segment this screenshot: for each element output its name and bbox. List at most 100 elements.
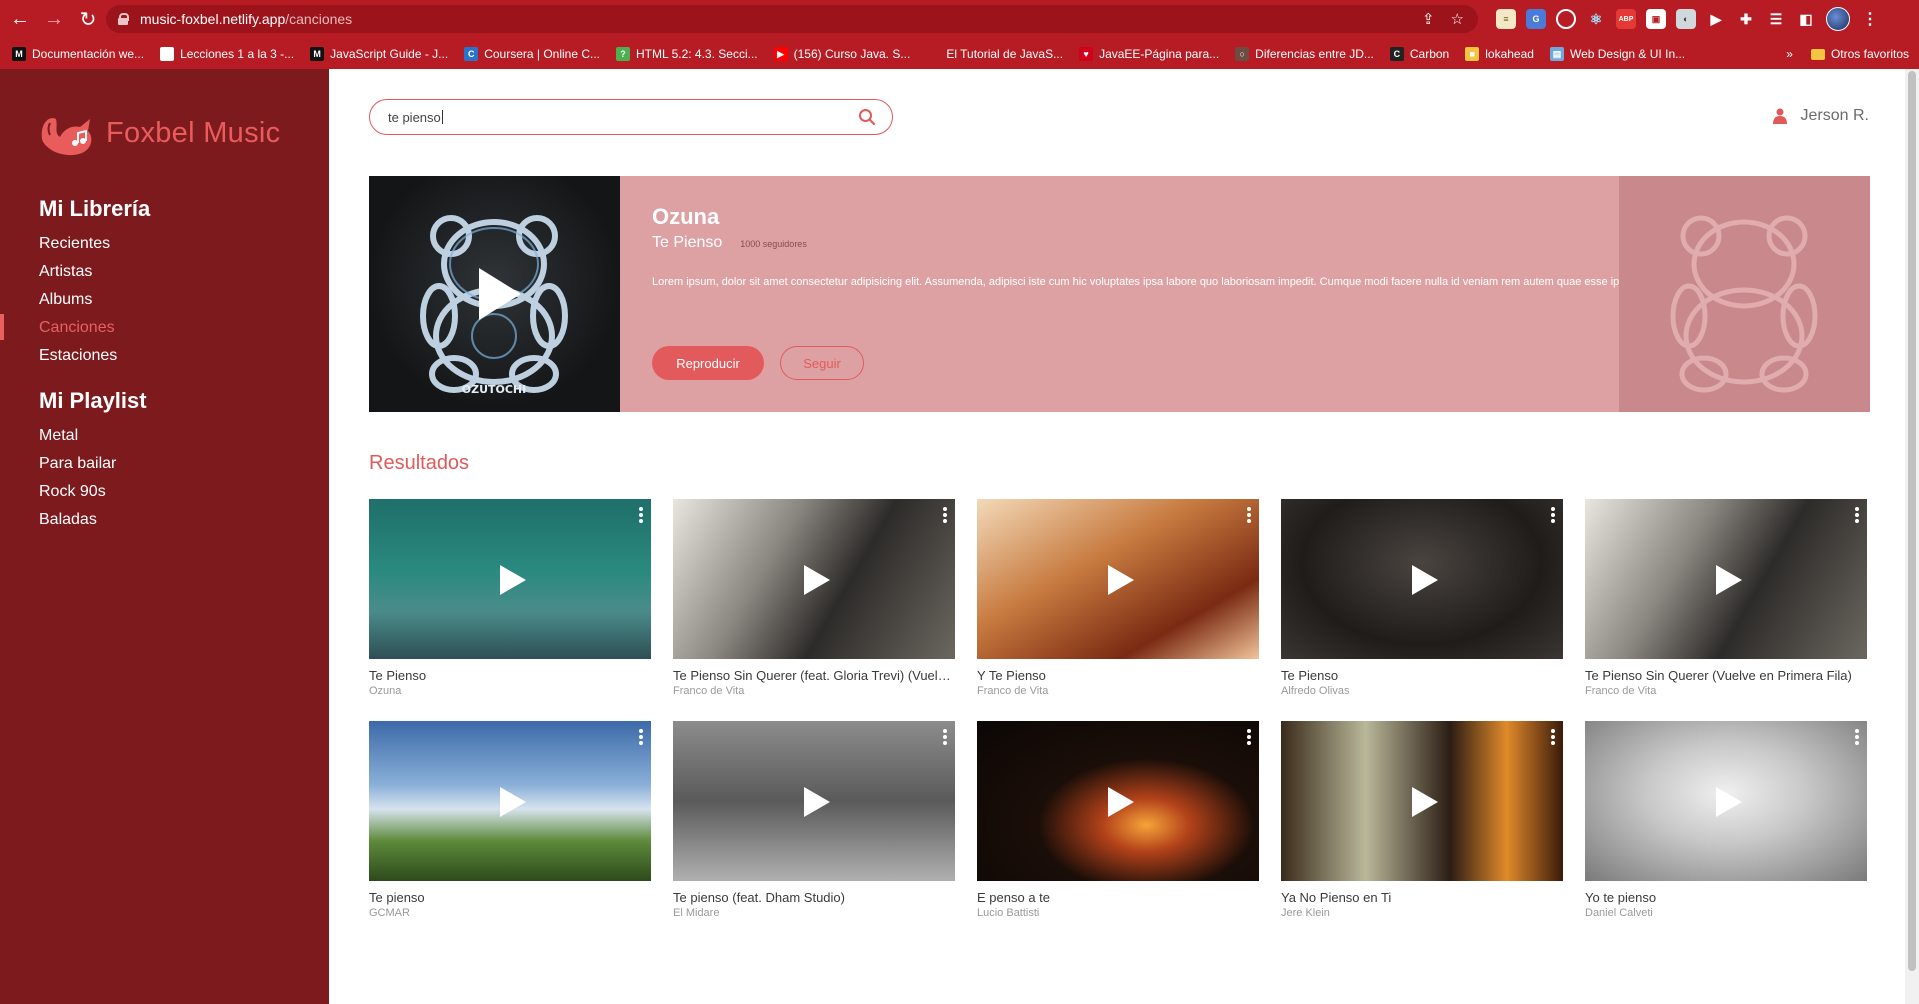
reload-icon[interactable]: ↻ bbox=[74, 5, 102, 33]
song-cover-image[interactable] bbox=[673, 499, 955, 659]
more-options-icon[interactable] bbox=[1551, 729, 1555, 745]
song-card[interactable]: Te pienso GCMAR bbox=[369, 721, 651, 943]
address-bar[interactable]: music-foxbel.netlify.app/canciones ⇪ ☆ bbox=[106, 5, 1478, 33]
more-options-icon[interactable] bbox=[639, 507, 643, 523]
more-options-icon[interactable] bbox=[639, 729, 643, 745]
song-cover-image[interactable] bbox=[1585, 721, 1867, 881]
bookmark-label: Diferencias entre JD... bbox=[1255, 47, 1374, 61]
song-card[interactable]: Te Pienso Ozuna bbox=[369, 499, 651, 721]
song-cover-image[interactable] bbox=[1281, 499, 1563, 659]
forward-icon[interactable]: → bbox=[40, 5, 68, 33]
sidebar-item-estaciones[interactable]: Estaciones bbox=[39, 342, 117, 370]
extension-video-icon[interactable]: ▶ bbox=[1706, 9, 1726, 29]
song-cover-image[interactable] bbox=[977, 499, 1259, 659]
bookmark-item[interactable]: ? HTML 5.2: 4.3. Secci... bbox=[616, 47, 758, 61]
sidebar-item-artistas[interactable]: Artistas bbox=[39, 258, 117, 286]
song-card[interactable]: E penso a te Lucio Battisti bbox=[977, 721, 1259, 943]
extension-window-icon[interactable]: ▣ bbox=[1646, 9, 1666, 29]
play-icon[interactable] bbox=[1102, 785, 1136, 819]
extension-notes-icon[interactable]: ≡ bbox=[1496, 9, 1516, 29]
bookmark-item[interactable]: ○ Diferencias entre JD... bbox=[1235, 47, 1374, 61]
scrollbar-thumb[interactable] bbox=[1908, 71, 1916, 971]
sidebar-item-albums[interactable]: Albums bbox=[39, 286, 117, 314]
song-cover-image[interactable] bbox=[673, 721, 955, 881]
more-options-icon[interactable] bbox=[1247, 729, 1251, 745]
extension-adblock-icon[interactable]: ABP bbox=[1616, 9, 1636, 29]
bookmark-label: Carbon bbox=[1409, 47, 1450, 61]
play-icon[interactable] bbox=[1710, 563, 1744, 597]
other-favorites-folder[interactable]: Otros favoritos bbox=[1810, 47, 1909, 61]
more-options-icon[interactable] bbox=[1247, 507, 1251, 523]
song-cover-image[interactable] bbox=[369, 499, 651, 659]
extension-react-icon[interactable]: ⚛ bbox=[1586, 9, 1606, 29]
song-artist: Franco de Vita bbox=[977, 685, 1049, 697]
play-button[interactable]: Reproducir bbox=[652, 346, 764, 380]
bookmark-item[interactable]: M JavaScript Guide - J... bbox=[310, 47, 448, 61]
more-options-icon[interactable] bbox=[943, 507, 947, 523]
side-panel-icon[interactable]: ◧ bbox=[1796, 9, 1816, 29]
song-card[interactable]: Te Pienso Sin Querer (Vuelve en Primera … bbox=[1585, 499, 1867, 721]
search-icon[interactable] bbox=[858, 108, 876, 126]
bookmark-item[interactable]: ▶ (156) Curso Java. S... bbox=[773, 47, 910, 61]
song-card[interactable]: Te Pienso Alfredo Olivas bbox=[1281, 499, 1563, 721]
song-card[interactable]: Te pienso (feat. Dham Studio) El Midare bbox=[673, 721, 955, 943]
extensions-puzzle-icon[interactable]: ✚ bbox=[1736, 9, 1756, 29]
bookmark-item[interactable]: C Coursera | Online C... bbox=[464, 47, 600, 61]
play-icon[interactable] bbox=[1406, 785, 1440, 819]
menu-icon[interactable]: ⋮ bbox=[1860, 9, 1880, 29]
profile-avatar[interactable] bbox=[1826, 7, 1850, 31]
extension-translate-icon[interactable]: G bbox=[1526, 9, 1546, 29]
song-cover-image[interactable] bbox=[977, 721, 1259, 881]
sidebar-item-recientes[interactable]: Recientes bbox=[39, 230, 117, 258]
bookmark-item[interactable]: ▣ Lecciones 1 a la 3 -... bbox=[160, 47, 294, 61]
url-path: /canciones bbox=[285, 11, 353, 27]
featured-play-icon[interactable] bbox=[465, 264, 525, 324]
back-icon[interactable]: ← bbox=[6, 5, 34, 33]
user-menu[interactable]: Jerson R. bbox=[1772, 107, 1869, 125]
play-icon[interactable] bbox=[1406, 563, 1440, 597]
playlist-item[interactable]: Para bailar bbox=[39, 450, 116, 478]
play-icon[interactable] bbox=[798, 785, 832, 819]
sidebar-item-canciones[interactable]: Canciones bbox=[39, 314, 117, 342]
main-content: te pienso Jerson R. OZUTOCHI Ozuna Te Pi… bbox=[329, 69, 1919, 1004]
search-input[interactable]: te pienso bbox=[369, 99, 893, 135]
more-options-icon[interactable] bbox=[943, 729, 947, 745]
play-icon[interactable] bbox=[1710, 785, 1744, 819]
play-icon[interactable] bbox=[494, 563, 528, 597]
featured-cover-image[interactable]: OZUTOCHI bbox=[369, 176, 620, 412]
app-logo[interactable]: Foxbel Music bbox=[38, 109, 280, 157]
song-artist: Ozuna bbox=[369, 685, 402, 697]
extension-target-icon[interactable] bbox=[1556, 9, 1576, 29]
more-options-icon[interactable] bbox=[1551, 507, 1555, 523]
bookmark-item[interactable]: ▤ Web Design & UI In... bbox=[1549, 47, 1685, 61]
playlist-item[interactable]: Baladas bbox=[39, 506, 116, 534]
media-queue-icon[interactable]: ☰ bbox=[1766, 9, 1786, 29]
share-icon[interactable]: ⇪ bbox=[1422, 10, 1435, 28]
more-options-icon[interactable] bbox=[1855, 729, 1859, 745]
bookmark-item[interactable]: ■ lokahead bbox=[1465, 47, 1534, 61]
more-bookmarks-icon[interactable]: » bbox=[1786, 47, 1793, 61]
play-icon[interactable] bbox=[1102, 563, 1136, 597]
bookmark-item[interactable]: M Documentación we... bbox=[12, 47, 144, 61]
follow-button[interactable]: Seguir bbox=[780, 346, 864, 380]
featured-background-art bbox=[1619, 176, 1870, 412]
song-card[interactable]: Yo te pienso Daniel Calveti bbox=[1585, 721, 1867, 943]
playlist-item[interactable]: Rock 90s bbox=[39, 478, 116, 506]
song-card[interactable]: Y Te Pienso Franco de Vita bbox=[977, 499, 1259, 721]
bookmark-item[interactable]: ♥ JavaEE-Página para... bbox=[1079, 47, 1219, 61]
play-icon[interactable] bbox=[494, 785, 528, 819]
song-card[interactable]: Te Pienso Sin Querer (feat. Gloria Trevi… bbox=[673, 499, 955, 721]
song-cover-image[interactable] bbox=[369, 721, 651, 881]
song-cover-image[interactable] bbox=[1585, 499, 1867, 659]
play-icon[interactable] bbox=[798, 563, 832, 597]
song-card[interactable]: Ya No Pienso en Ti Jere Klein bbox=[1281, 721, 1563, 943]
bookmark-item[interactable]: El Tutorial de JavaS... bbox=[926, 47, 1063, 61]
more-options-icon[interactable] bbox=[1855, 507, 1859, 523]
bookmark-star-icon[interactable]: ☆ bbox=[1451, 10, 1464, 28]
playlist-item[interactable]: Metal bbox=[39, 422, 116, 450]
bookmark-item[interactable]: C Carbon bbox=[1389, 47, 1450, 61]
page-scrollbar[interactable] bbox=[1905, 69, 1919, 1004]
extension-grey-icon[interactable]: ◐ bbox=[1676, 9, 1696, 29]
lock-icon bbox=[118, 13, 129, 25]
song-cover-image[interactable] bbox=[1281, 721, 1563, 881]
